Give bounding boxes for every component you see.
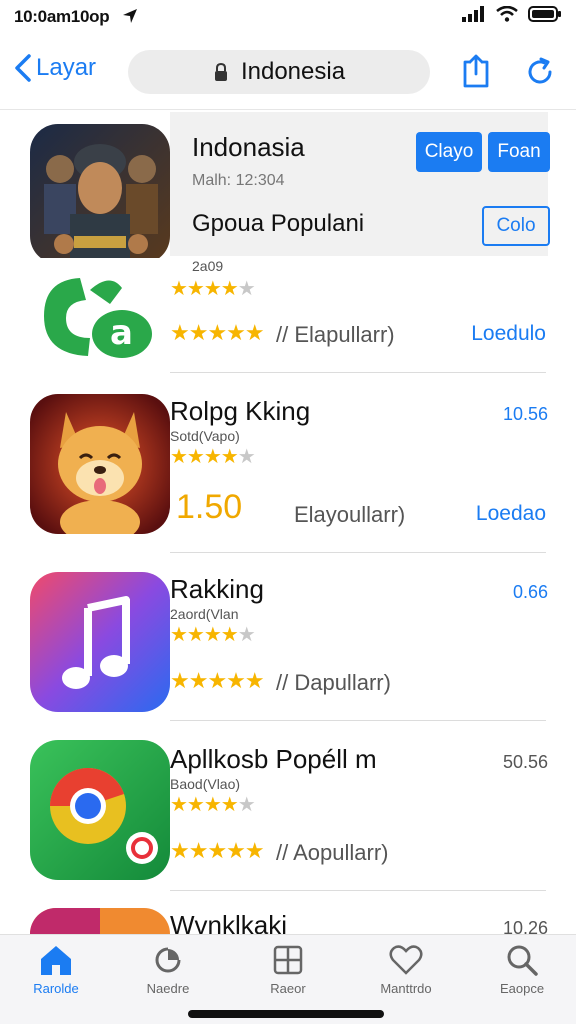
- featured-app-icon[interactable]: [30, 124, 170, 264]
- app-meta: 50.56: [502, 752, 548, 772]
- search-icon: [507, 945, 538, 976]
- app-meta: 0.66: [512, 582, 548, 602]
- divider: [170, 890, 546, 891]
- load-button[interactable]: Loedao: [476, 502, 546, 526]
- rating-stars-large: ★★★★★: [170, 668, 265, 693]
- featured-primary-button[interactable]: Clayo: [416, 132, 482, 172]
- tab-home[interactable]: Rarolde: [8, 943, 104, 996]
- heart-icon: [389, 945, 423, 975]
- featured-section-label: Gpoua Populani: [192, 210, 365, 237]
- navigation-bar: Layar Indonesia: [0, 36, 576, 110]
- tab-label: Naedre: [146, 981, 190, 996]
- app-icon[interactable]: [30, 908, 170, 934]
- signal-icon: [462, 6, 484, 22]
- popularity-text: // Dapullarr): [276, 670, 391, 695]
- app-icon[interactable]: [30, 740, 170, 880]
- app-title: Apllkosb Popéll m: [170, 744, 377, 774]
- status-time: 10:0am10op: [14, 7, 110, 26]
- tab-favorites[interactable]: Manttrdo: [358, 943, 454, 996]
- featured-caption: 2a09: [192, 258, 224, 274]
- address-bar[interactable]: Indonesia: [128, 50, 430, 94]
- rating-stars: ★★★★★: [170, 278, 256, 300]
- tab-label: Raeor: [270, 981, 306, 996]
- app-meta: 10.56: [502, 404, 548, 424]
- load-button[interactable]: Loedulo: [471, 322, 546, 346]
- divider: [170, 552, 546, 553]
- address-text: Indonesia: [240, 58, 346, 85]
- app-subtitle: 2aord(Vlan: [170, 606, 239, 622]
- app-score: 1.50: [176, 488, 243, 526]
- featured-secondary-button[interactable]: Foan: [488, 132, 550, 172]
- status-bar: 10:0am10op: [0, 0, 576, 34]
- app-icon[interactable]: [30, 572, 170, 712]
- tab-search[interactable]: Eaopce: [474, 943, 570, 996]
- app-subtitle: Baod(Vlao): [170, 776, 241, 792]
- app-icon[interactable]: a: [30, 258, 170, 368]
- featured-subtitle: Malh: 12:304: [192, 172, 285, 189]
- tab-label: Eaopce: [499, 981, 545, 996]
- pie-chart-icon: [155, 947, 181, 973]
- rating-stars-large: ★★★★★: [170, 838, 265, 863]
- location-arrow-icon: [123, 9, 137, 23]
- status-icons: [462, 6, 562, 22]
- app-icon[interactable]: [30, 394, 170, 534]
- tab-apps[interactable]: Raeor: [240, 943, 336, 996]
- divider: [170, 372, 546, 373]
- grid-icon: [273, 945, 303, 975]
- wifi-icon: [496, 6, 518, 22]
- battery-icon: [528, 6, 561, 22]
- rating-stars: ★★★★★: [170, 624, 256, 646]
- lock-icon: [214, 62, 227, 81]
- featured-outline-button[interactable]: Colo: [482, 206, 550, 246]
- rating-stars-large: ★★★★★: [170, 320, 265, 345]
- home-icon: [41, 946, 71, 975]
- svg-text:a: a: [110, 313, 133, 353]
- rating-stars: ★★★★★: [170, 794, 256, 816]
- rating-stars: ★★★★★: [170, 446, 256, 468]
- tab-label: Manttrdo: [380, 981, 432, 996]
- share-icon[interactable]: [462, 54, 490, 88]
- app-title: Rolpg Kking: [170, 396, 311, 426]
- app-title: Rakking: [170, 574, 264, 604]
- reload-icon[interactable]: [524, 56, 556, 88]
- back-label: Layar: [36, 54, 97, 81]
- featured-title: Indonasia: [192, 132, 305, 162]
- app-subtitle: Sotd(Vapo): [170, 428, 240, 444]
- chevron-left-icon: [15, 54, 31, 82]
- featured-card[interactable]: Indonasia Malh: 12:304 Gpoua Populani Cl…: [170, 112, 550, 256]
- tab-news[interactable]: Naedre: [120, 943, 216, 996]
- tab-label: Rarolde: [33, 981, 79, 996]
- popularity-text: // Elapullarr): [276, 322, 395, 347]
- popularity-text: Elayoullarr): [294, 502, 406, 527]
- home-indicator: [188, 1010, 384, 1018]
- divider: [170, 720, 546, 721]
- popularity-text: // Aopullarr): [276, 840, 389, 865]
- back-button[interactable]: Layar: [14, 54, 96, 82]
